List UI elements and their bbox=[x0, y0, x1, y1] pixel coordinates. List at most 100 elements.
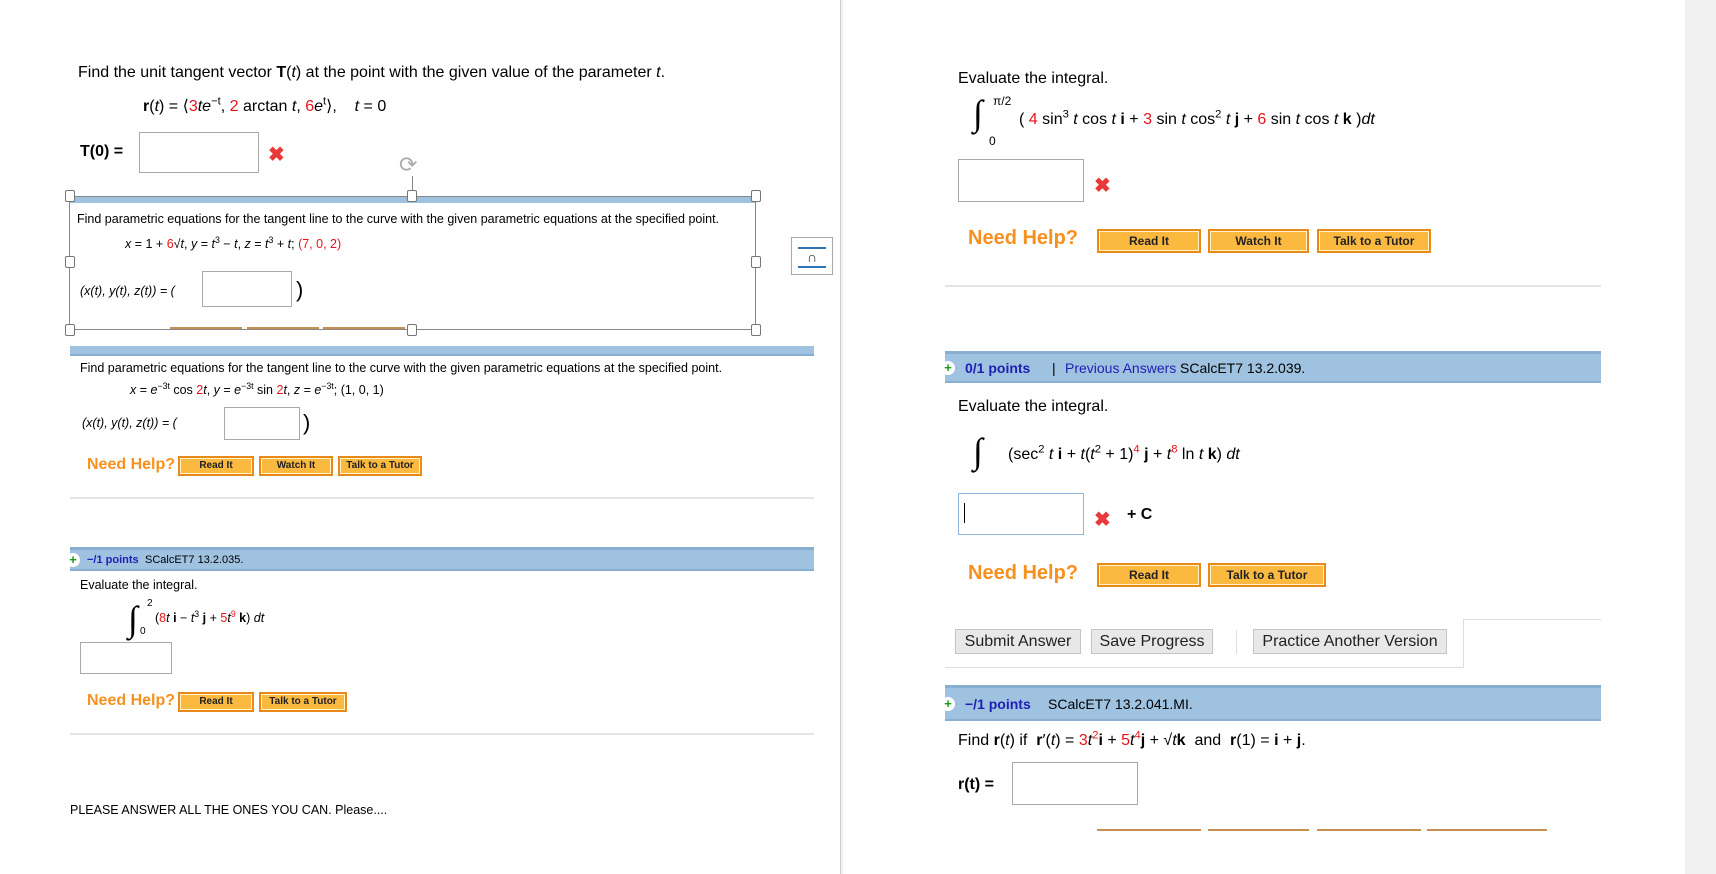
q1-read-it-button[interactable]: Read It bbox=[1097, 229, 1201, 253]
q2-prompt: Evaluate the integral. bbox=[958, 398, 1109, 415]
cut-off-button-edge bbox=[323, 327, 405, 329]
q1-need-help-label: Need Help? bbox=[968, 227, 1079, 249]
formula-segment: sin bbox=[253, 383, 277, 397]
actions-panel-edge bbox=[1463, 619, 1601, 620]
q1-watch-it-button[interactable]: Watch It bbox=[1208, 229, 1309, 253]
p4-need-help-label: Need Help? bbox=[87, 692, 176, 709]
q1-talk-to-tutor-button[interactable]: Talk to a Tutor bbox=[1317, 229, 1431, 253]
resize-handle-b[interactable] bbox=[407, 324, 417, 336]
formula-segment: . bbox=[660, 64, 666, 81]
formula-segment: = bbox=[219, 383, 235, 397]
formula-segment: = 0 bbox=[359, 98, 387, 115]
formula-segment: ′( bbox=[1042, 732, 1051, 749]
formula-segment: ) = ⟨ bbox=[159, 98, 189, 115]
formula-segment: (1) = bbox=[1236, 732, 1275, 749]
formula-segment: √ bbox=[173, 237, 181, 251]
formula-segment: + bbox=[1062, 446, 1081, 463]
q1-upper-limit: π/2 bbox=[993, 94, 1012, 108]
formula-segment: e bbox=[314, 98, 324, 115]
formula-segment: − bbox=[219, 237, 235, 251]
q3-header-bar: + −/1 points SCalcET7 13.2.041.MI. bbox=[941, 685, 1601, 721]
p3-read-it-button[interactable]: Read It bbox=[178, 456, 254, 476]
formula-segment: t bbox=[1068, 111, 1078, 128]
formula-segment: k bbox=[235, 611, 247, 625]
p3-answer-input[interactable] bbox=[224, 407, 300, 440]
p1-answer-input[interactable] bbox=[139, 132, 259, 173]
p4-answer-input[interactable] bbox=[80, 642, 172, 674]
resize-handle-bl[interactable] bbox=[65, 324, 75, 336]
expand-plus-icon[interactable]: + bbox=[941, 697, 955, 711]
p2-equation: x = 1 + 6√t, y = t3 − t, z = t3 + t; (7,… bbox=[125, 235, 341, 251]
q3-answer-input[interactable] bbox=[1012, 762, 1138, 805]
p2-answer-close: ) bbox=[296, 277, 304, 302]
q2-points: 0/1 points bbox=[965, 360, 1031, 376]
formula-segment: i bbox=[1053, 446, 1063, 463]
formula-segment: , bbox=[184, 237, 191, 251]
save-progress-button[interactable]: Save Progress bbox=[1091, 629, 1213, 654]
p3-talk-to-tutor-button[interactable]: Talk to a Tutor bbox=[338, 456, 422, 476]
submit-answer-button[interactable]: Submit Answer bbox=[955, 629, 1081, 654]
q2-talk-to-tutor-button[interactable]: Talk to a Tutor bbox=[1208, 563, 1326, 587]
formula-segment: sin bbox=[1266, 111, 1296, 128]
page-edge bbox=[840, 0, 841, 874]
resize-handle-l[interactable] bbox=[65, 256, 75, 268]
integral-sign: ∫ bbox=[973, 93, 983, 133]
expand-plus-icon[interactable]: + bbox=[66, 553, 80, 567]
p4-talk-to-tutor-button[interactable]: Talk to a Tutor bbox=[259, 692, 347, 712]
p2-answer-input[interactable] bbox=[202, 271, 292, 307]
formula-segment: j bbox=[1139, 446, 1149, 463]
formula-segment: , bbox=[206, 383, 214, 397]
q2-answer-input[interactable] bbox=[958, 493, 1084, 535]
q1-answer-input[interactable] bbox=[958, 159, 1084, 202]
p3-header-bar bbox=[70, 346, 814, 356]
q2-previous-answers-link[interactable]: Previous Answers bbox=[1065, 360, 1176, 376]
formula-segment: , bbox=[220, 98, 230, 115]
formula-segment: −t bbox=[211, 95, 221, 108]
p3-watch-it-button[interactable]: Watch It bbox=[259, 456, 333, 476]
q2-separator: | bbox=[1052, 360, 1056, 376]
resize-handle-t[interactable] bbox=[407, 190, 417, 202]
incorrect-x-icon: ✖ bbox=[1094, 509, 1111, 531]
resize-handle-r[interactable] bbox=[751, 256, 761, 268]
text-wrap-icon: ∩ bbox=[798, 247, 826, 268]
formula-segment: j bbox=[1230, 111, 1240, 128]
resize-handle-br[interactable] bbox=[751, 324, 761, 336]
formula-segment: . bbox=[1301, 732, 1306, 749]
formula-segment: ln bbox=[1177, 446, 1199, 463]
p3-prompt: Find parametric equations for the tangen… bbox=[80, 361, 723, 375]
resize-handle-tr[interactable] bbox=[751, 190, 761, 202]
selected-image-frame[interactable]: Find parametric equations for the tangen… bbox=[69, 196, 756, 330]
formula-segment: 6 bbox=[1257, 111, 1267, 128]
p4-read-it-button[interactable]: Read It bbox=[178, 692, 254, 712]
formula-segment: and bbox=[1185, 732, 1231, 749]
expand-plus-icon[interactable]: + bbox=[941, 361, 955, 375]
formula-segment: + 1) bbox=[1100, 446, 1134, 463]
formula-segment: ) = bbox=[1055, 732, 1079, 749]
formula-segment: cos bbox=[169, 383, 197, 397]
formula-segment: −3t bbox=[321, 380, 334, 391]
p4-equation: (8t i − t3 j + 5t9 k) dt bbox=[155, 609, 265, 625]
resize-handle-tl[interactable] bbox=[65, 190, 75, 202]
formula-segment: t bbox=[1221, 111, 1231, 128]
formula-segment: cos bbox=[1185, 111, 1216, 128]
p4-points: −/1 points bbox=[87, 554, 139, 566]
formula-segment: cos bbox=[1300, 111, 1334, 128]
formula-segment: k bbox=[1338, 111, 1352, 128]
formula-segment: 3 bbox=[188, 98, 198, 115]
q2-code: SCalcET7 13.2.039. bbox=[1180, 360, 1306, 376]
integral-sign: ∫ bbox=[973, 431, 983, 471]
divider bbox=[70, 497, 814, 499]
formula-segment: ( bbox=[1019, 111, 1029, 128]
footer-note: PLEASE ANSWER ALL THE ONES YOU CAN. Plea… bbox=[70, 803, 388, 817]
formula-segment: = bbox=[250, 237, 266, 251]
rotate-handle-icon[interactable]: ⟳ bbox=[399, 152, 417, 178]
incorrect-x-icon: ✖ bbox=[1094, 175, 1111, 197]
formula-segment: dt bbox=[253, 611, 265, 625]
p1-answer-label: T(0) = bbox=[80, 143, 124, 160]
layout-options-button[interactable]: ∩ bbox=[791, 237, 833, 275]
formula-segment: 4 bbox=[1028, 111, 1038, 128]
q2-read-it-button[interactable]: Read It bbox=[1097, 563, 1201, 587]
practice-another-version-button[interactable]: Practice Another Version bbox=[1253, 629, 1447, 654]
formula-segment: + bbox=[206, 611, 221, 625]
formula-segment: −3t bbox=[241, 380, 254, 391]
